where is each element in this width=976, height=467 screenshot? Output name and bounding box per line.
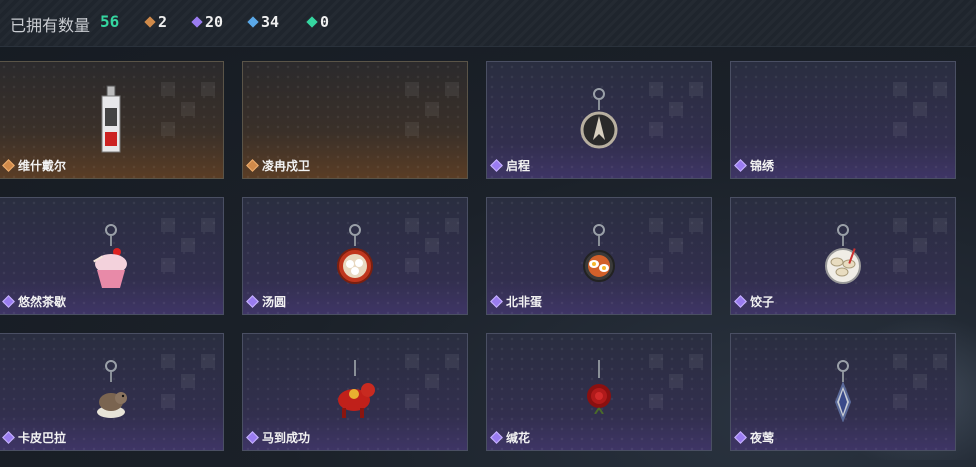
charm-name: 悠然茶歇	[18, 295, 67, 309]
charm-name: 饺子	[750, 295, 775, 309]
charm-card[interactable]: 缄花	[486, 333, 712, 451]
horse-charm-icon	[332, 360, 378, 424]
green-rarity-icon	[306, 16, 318, 28]
cupcake-charm-icon	[89, 224, 133, 294]
inventory-header: 已拥有数量 56 2 20 34 0	[0, 0, 976, 47]
charm-card[interactable]: 启程	[486, 61, 712, 179]
owned-label: 已拥有数量	[10, 16, 91, 35]
charm-card[interactable]: 饺子	[730, 197, 956, 315]
charm-card[interactable]: 凌冉戍卫	[242, 61, 468, 179]
capybara-charm-icon	[91, 360, 131, 426]
stat-purple: 20	[191, 13, 223, 31]
owned-count: 56	[100, 12, 120, 31]
dumpling-charm-icon	[823, 224, 863, 290]
shakshuka-charm-icon	[579, 224, 619, 290]
charm-card[interactable]: 维什戴尔	[0, 61, 224, 179]
lighter-charm-icon	[98, 84, 124, 160]
purple-rarity-icon	[191, 16, 203, 28]
orange-rarity-icon	[144, 16, 156, 28]
charm-name: 北非蛋	[506, 295, 543, 309]
nightingale-charm-icon	[828, 360, 858, 426]
compass-charm-icon	[579, 88, 619, 154]
charm-card[interactable]: 北非蛋	[486, 197, 712, 315]
charm-name: 汤圆	[262, 295, 287, 309]
charm-card[interactable]: 悠然茶歇	[0, 197, 224, 315]
charm-card[interactable]: 马到成功	[242, 333, 468, 451]
blue-rarity-icon	[247, 16, 259, 28]
charm-name: 维什戴尔	[18, 159, 67, 173]
stat-blue: 34	[247, 13, 279, 31]
charm-name: 启程	[506, 159, 531, 173]
charm-card[interactable]: 汤圆	[242, 197, 468, 315]
charm-name: 缄花	[506, 431, 531, 445]
charm-card[interactable]: 锦绣	[730, 61, 956, 179]
charm-name: 马到成功	[262, 431, 311, 445]
charm-name: 夜莺	[750, 431, 775, 445]
stat-green: 0	[306, 13, 329, 31]
rose-charm-icon	[581, 360, 617, 418]
tangyuan-charm-icon	[335, 224, 375, 290]
charm-card[interactable]: 夜莺	[730, 333, 956, 451]
stat-orange: 2	[144, 13, 167, 31]
charm-card[interactable]: 卡皮巴拉	[0, 333, 224, 451]
charm-name: 凌冉戍卫	[262, 159, 311, 173]
charm-name: 卡皮巴拉	[18, 431, 67, 445]
charm-name: 锦绣	[750, 159, 775, 173]
